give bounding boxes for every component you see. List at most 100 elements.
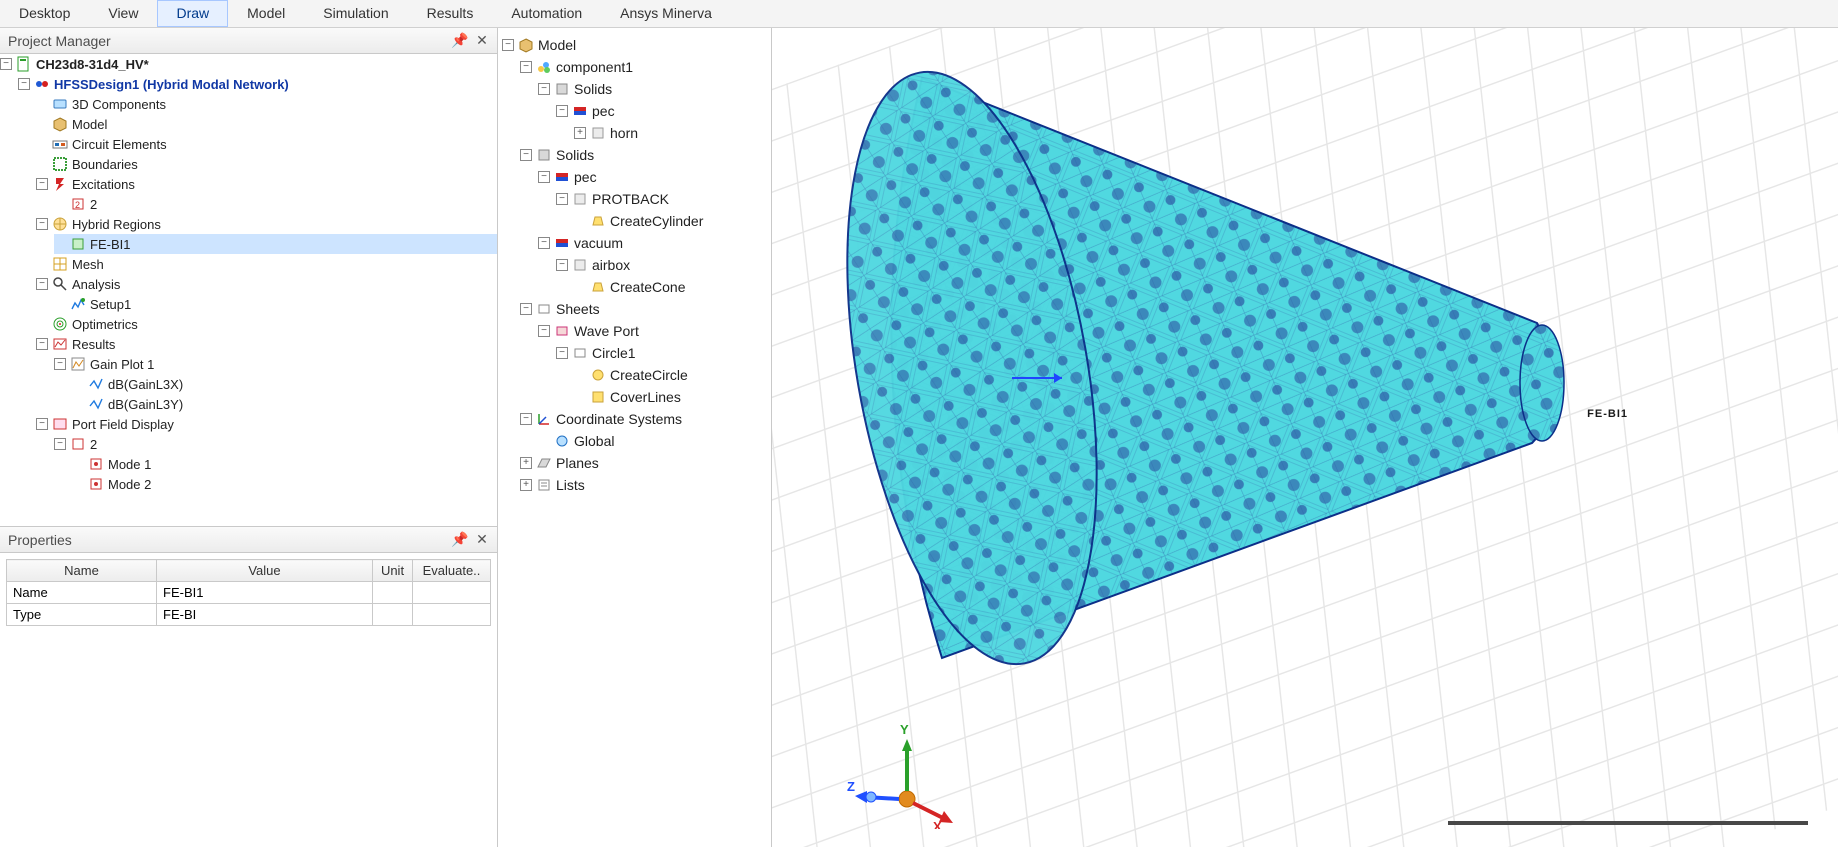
tree-toggle[interactable]: − bbox=[556, 193, 568, 205]
tree-toggle[interactable]: − bbox=[520, 413, 532, 425]
node-vacuum[interactable]: vacuum bbox=[574, 235, 623, 251]
region-icon bbox=[70, 236, 86, 252]
tree-toggle[interactable]: − bbox=[36, 178, 48, 190]
item-boundaries[interactable]: Boundaries bbox=[72, 157, 138, 172]
viewport-3d[interactable]: FE-BI1 Y X Z bbox=[772, 28, 1838, 847]
item-mode1[interactable]: Mode 1 bbox=[108, 457, 151, 472]
node-solids2[interactable]: Solids bbox=[556, 147, 594, 163]
node-sheets[interactable]: Sheets bbox=[556, 301, 600, 317]
port-icon: 2 bbox=[70, 196, 86, 212]
tree-toggle[interactable]: + bbox=[520, 479, 532, 491]
item-mode2[interactable]: Mode 2 bbox=[108, 477, 151, 492]
tree-toggle[interactable]: − bbox=[54, 438, 66, 450]
node-coords[interactable]: Coordinate Systems bbox=[556, 411, 682, 427]
node-pec1[interactable]: pec bbox=[592, 103, 615, 119]
tree-toggle[interactable]: − bbox=[36, 278, 48, 290]
menu-simulation[interactable]: Simulation bbox=[304, 0, 407, 27]
menu-minerva[interactable]: Ansys Minerva bbox=[601, 0, 731, 27]
menu-results[interactable]: Results bbox=[408, 0, 493, 27]
tree-toggle[interactable]: − bbox=[520, 303, 532, 315]
pin-icon[interactable]: 📌 bbox=[451, 32, 469, 50]
node-solids1[interactable]: Solids bbox=[574, 81, 612, 97]
item-optimetrics[interactable]: Optimetrics bbox=[72, 317, 138, 332]
tree-toggle[interactable]: + bbox=[520, 457, 532, 469]
item-gainl3y[interactable]: dB(GainL3Y) bbox=[108, 397, 183, 412]
tree-toggle[interactable]: − bbox=[520, 149, 532, 161]
tree-toggle[interactable]: − bbox=[502, 39, 514, 51]
tree-toggle[interactable]: + bbox=[574, 127, 586, 139]
node-waveport[interactable]: Wave Port bbox=[574, 323, 639, 339]
item-analysis[interactable]: Analysis bbox=[72, 277, 120, 292]
close-icon[interactable]: ✕ bbox=[473, 531, 491, 549]
tree-toggle[interactable]: − bbox=[54, 358, 66, 370]
col-name[interactable]: Name bbox=[7, 560, 157, 582]
node-horn[interactable]: horn bbox=[610, 125, 638, 141]
node-planes[interactable]: Planes bbox=[556, 455, 599, 471]
pin-icon[interactable]: 📌 bbox=[451, 531, 469, 549]
tree-toggle[interactable]: − bbox=[18, 78, 30, 90]
tree-toggle[interactable]: − bbox=[556, 105, 568, 117]
material-icon bbox=[554, 169, 570, 185]
tree-toggle[interactable]: − bbox=[36, 338, 48, 350]
table-row[interactable]: Name FE-BI1 bbox=[7, 582, 491, 604]
tree-toggle[interactable]: − bbox=[36, 218, 48, 230]
item-setup1[interactable]: Setup1 bbox=[90, 297, 131, 312]
item-3d-components[interactable]: 3D Components bbox=[72, 97, 166, 112]
node-createcircle[interactable]: CreateCircle bbox=[610, 367, 688, 383]
menu-view[interactable]: View bbox=[89, 0, 157, 27]
model-tree-panel[interactable]: −Model −component1 −Solids −pec +horn bbox=[498, 28, 772, 847]
item-fe-bi1[interactable]: FE-BI1 bbox=[90, 237, 130, 252]
menu-model[interactable]: Model bbox=[228, 0, 304, 27]
tree-toggle[interactable]: − bbox=[36, 418, 48, 430]
node-global[interactable]: Global bbox=[574, 433, 614, 449]
cone-model[interactable] bbox=[832, 28, 1612, 738]
node-model[interactable]: Model bbox=[538, 37, 576, 53]
node-coverlines[interactable]: CoverLines bbox=[610, 389, 681, 405]
table-row[interactable]: Type FE-BI bbox=[7, 604, 491, 626]
item-hybrid-regions[interactable]: Hybrid Regions bbox=[72, 217, 161, 232]
cell-unit bbox=[373, 604, 413, 626]
item-circuit-elements[interactable]: Circuit Elements bbox=[72, 137, 167, 152]
properties-panel: Properties 📌 ✕ Name Value Unit Evaluate.… bbox=[0, 526, 498, 847]
properties-table[interactable]: Name Value Unit Evaluate.. Name FE-BI1 bbox=[6, 559, 491, 626]
tree-toggle[interactable]: − bbox=[538, 237, 550, 249]
node-createcone[interactable]: CreateCone bbox=[610, 279, 686, 295]
node-component1[interactable]: component1 bbox=[556, 59, 633, 75]
node-lists[interactable]: Lists bbox=[556, 477, 585, 493]
col-value[interactable]: Value bbox=[157, 560, 373, 582]
menu-automation[interactable]: Automation bbox=[492, 0, 601, 27]
item-excitations[interactable]: Excitations bbox=[72, 177, 135, 192]
close-icon[interactable]: ✕ bbox=[473, 32, 491, 50]
tree-toggle[interactable]: − bbox=[538, 171, 550, 183]
item-port-field[interactable]: Port Field Display bbox=[72, 417, 174, 432]
tree-toggle[interactable]: − bbox=[520, 61, 532, 73]
project-tree[interactable]: − CH23d8-31d4_HV* − bbox=[0, 54, 497, 494]
item-pf-2[interactable]: 2 bbox=[90, 437, 97, 452]
tree-toggle[interactable]: − bbox=[556, 259, 568, 271]
tree-toggle[interactable]: − bbox=[556, 347, 568, 359]
item-model[interactable]: Model bbox=[72, 117, 107, 132]
item-mesh[interactable]: Mesh bbox=[72, 257, 104, 272]
item-excitation-2[interactable]: 2 bbox=[90, 197, 97, 212]
col-unit[interactable]: Unit bbox=[373, 560, 413, 582]
col-eval[interactable]: Evaluate.. bbox=[413, 560, 491, 582]
node-pec2[interactable]: pec bbox=[574, 169, 597, 185]
node-protback[interactable]: PROTBACK bbox=[592, 191, 669, 207]
design-name[interactable]: HFSSDesign1 (Hybrid Modal Network) bbox=[54, 77, 289, 92]
axis-triad[interactable]: Y X Z bbox=[847, 719, 967, 829]
menu-desktop[interactable]: Desktop bbox=[0, 0, 89, 27]
item-results[interactable]: Results bbox=[72, 337, 115, 352]
tree-toggle[interactable]: − bbox=[538, 325, 550, 337]
cell-value[interactable]: FE-BI bbox=[157, 604, 373, 626]
tree-toggle[interactable]: − bbox=[0, 58, 12, 70]
item-gain-plot[interactable]: Gain Plot 1 bbox=[90, 357, 154, 372]
menu-draw[interactable]: Draw bbox=[157, 0, 228, 27]
project-name[interactable]: CH23d8-31d4_HV* bbox=[36, 57, 149, 72]
mode-icon bbox=[88, 456, 104, 472]
node-airbox[interactable]: airbox bbox=[592, 257, 630, 273]
item-gainl3x[interactable]: dB(GainL3X) bbox=[108, 377, 183, 392]
cell-value[interactable]: FE-BI1 bbox=[157, 582, 373, 604]
node-circle1[interactable]: Circle1 bbox=[592, 345, 636, 361]
tree-toggle[interactable]: − bbox=[538, 83, 550, 95]
node-createcylinder[interactable]: CreateCylinder bbox=[610, 213, 703, 229]
